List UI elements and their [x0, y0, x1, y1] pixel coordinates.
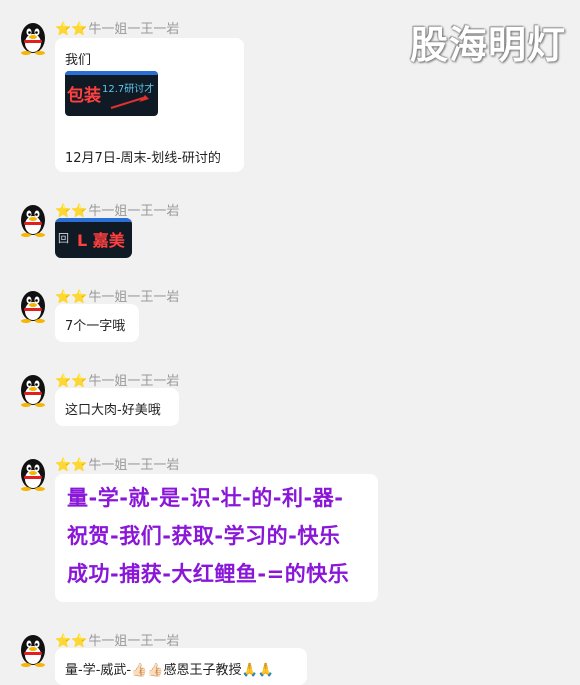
- thumbnail-label: L 嘉美: [77, 231, 125, 250]
- message-bubble[interactable]: 这口大肉-好美哦: [55, 388, 179, 426]
- message-text: 我们: [65, 53, 92, 68]
- message-bubble[interactable]: 我们 包装 12.7研讨才 12月7日-周末-划线-研讨的: [55, 38, 244, 172]
- message-text: 量-学-威武-👍🏻👍🏻感恩王子教授🙏🙏: [65, 663, 274, 678]
- qq-penguin-avatar-icon[interactable]: [17, 288, 49, 324]
- thumbnail-header-bar: [65, 71, 158, 75]
- message-bubble[interactable]: 量-学-威武-👍🏻👍🏻感恩王子教授🙏🙏: [55, 648, 307, 685]
- sender-name: ⭐⭐牛一姐一王一岩: [55, 630, 179, 649]
- highlight-line: 成功-捕获-大红鲤鱼-=的快乐: [67, 562, 350, 586]
- star-badge-icon: ⭐⭐: [55, 22, 88, 37]
- thumbnail-label: 包装: [67, 86, 101, 106]
- message-bubble[interactable]: 量-学-就-是-识-壮-的-利-器- 祝贺-我们-获取-学习的-快乐 成功-捕获…: [55, 474, 378, 602]
- image-thumbnail[interactable]: 回 L 嘉美: [55, 218, 132, 258]
- sender-name: ⭐⭐牛一姐一王一岩: [55, 454, 179, 473]
- highlight-text-block: 量-学-就-是-识-壮-的-利-器- 祝贺-我们-获取-学习的-快乐 成功-捕获…: [67, 479, 349, 593]
- highlight-line: 祝贺-我们-获取-学习的-快乐: [67, 524, 341, 548]
- sender-name-text: 牛一姐一王一岩: [88, 22, 180, 37]
- qq-penguin-avatar-icon[interactable]: [17, 202, 49, 238]
- star-badge-icon: ⭐⭐: [55, 204, 88, 219]
- star-badge-icon: ⭐⭐: [55, 458, 88, 473]
- sender-name-text: 牛一姐一王一岩: [88, 290, 180, 305]
- image-thumbnail[interactable]: 包装 12.7研讨才: [65, 71, 158, 116]
- arrow-icon: [110, 95, 149, 109]
- star-badge-icon: ⭐⭐: [55, 290, 88, 305]
- sender-name-text: 牛一姐一王一岩: [88, 458, 180, 473]
- thumbnail-icon-label: 回: [58, 232, 69, 245]
- star-badge-icon: ⭐⭐: [55, 634, 88, 649]
- qq-penguin-avatar-icon[interactable]: [17, 20, 49, 56]
- sender-name: ⭐⭐牛一姐一王一岩: [55, 370, 179, 389]
- highlight-line: 量-学-就-是-识-壮-的-利-器-: [67, 486, 344, 510]
- watermark: 股海明灯: [409, 23, 566, 67]
- sender-name: ⭐⭐牛一姐一王一岩: [55, 286, 179, 305]
- qq-penguin-avatar-icon[interactable]: [17, 632, 49, 668]
- message-bubble[interactable]: 7个一字哦: [55, 304, 139, 342]
- sender-name-text: 牛一姐一王一岩: [88, 634, 180, 649]
- message-text: 7个一字哦: [65, 319, 126, 334]
- sender-name-text: 牛一姐一王一岩: [88, 374, 180, 389]
- thumbnail-header-bar: [55, 218, 132, 222]
- qq-penguin-avatar-icon[interactable]: [17, 372, 49, 408]
- message-text: 这口大肉-好美哦: [65, 403, 161, 418]
- qq-penguin-avatar-icon[interactable]: [17, 456, 49, 492]
- message-text: 12月7日-周末-划线-研讨的: [65, 151, 221, 166]
- sender-name: ⭐⭐牛一姐一王一岩: [55, 200, 179, 219]
- sender-name-text: 牛一姐一王一岩: [88, 204, 180, 219]
- sender-name: ⭐⭐牛一姐一王一岩: [55, 18, 179, 37]
- star-badge-icon: ⭐⭐: [55, 374, 88, 389]
